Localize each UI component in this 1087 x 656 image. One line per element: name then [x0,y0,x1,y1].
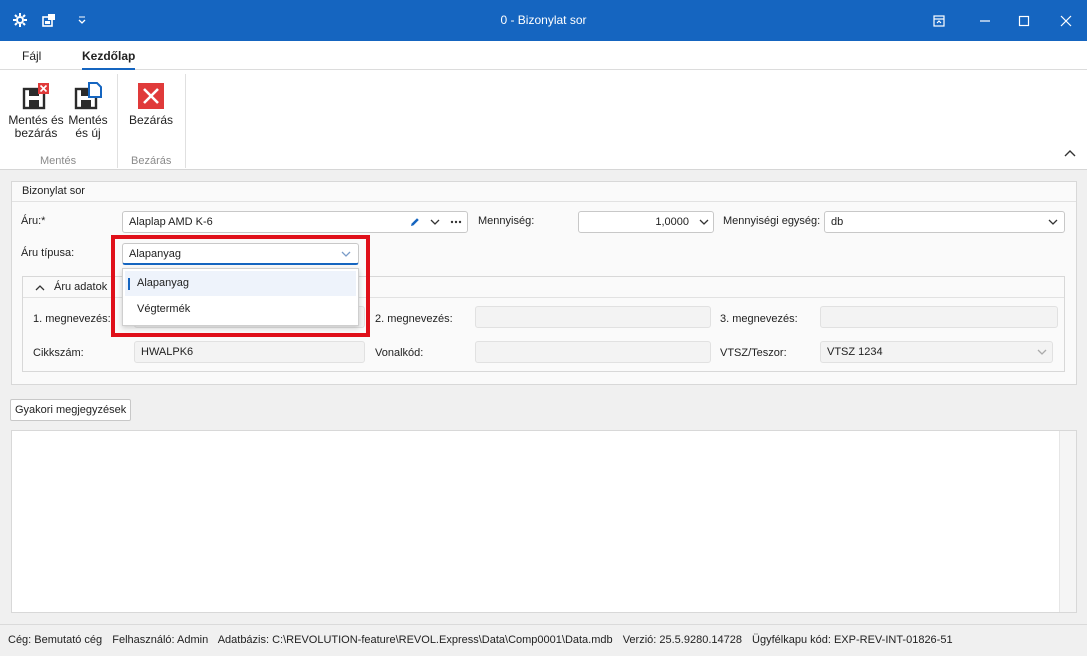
status-adatbazis: Adatbázis: C:\REVOLUTION-feature\REVOL.E… [217,634,613,646]
save-new-button[interactable]: Mentés és új [66,78,110,140]
cikkszam-field[interactable]: HWALPK6 [134,341,365,363]
panel-title: Bizonylat sor [12,182,1076,202]
vonalkod-label: Vonalkód: [375,347,424,359]
close-red-icon [126,78,176,114]
save-close-button[interactable]: Mentés és bezárás [8,78,64,140]
vtsz-value: VTSZ 1234 [827,346,883,358]
mennyiseg-value: 1,0000 [655,216,689,228]
vonalkod-field[interactable] [475,341,711,363]
menu-tabs: Fájl Kezdőlap [0,41,1087,70]
vtsz-field[interactable]: VTSZ 1234 [820,341,1053,363]
status-verzio: Verzió: 25.5.9280.14728 [622,634,742,646]
pin-icon[interactable] [925,8,953,34]
aru-value: Alaplap AMD K-6 [129,216,213,228]
status-ceg: Cég: Bemutató cég [8,634,103,646]
aru-label: Áru:* [21,215,46,227]
egyseg-field[interactable]: db [824,211,1065,233]
ribbon-group-label-mentes: Mentés [40,155,77,167]
chevron-down-icon[interactable] [1035,345,1049,359]
megnev1-label: 1. megnevezés: [33,313,111,325]
maximize-icon[interactable] [1010,8,1038,34]
pencil-icon[interactable] [408,215,422,229]
chevron-down-icon[interactable] [428,215,442,229]
save-new-icon [66,78,110,114]
mennyiseg-label: Mennyiség: [478,215,535,227]
mennyiseg-field[interactable]: 1,0000 [578,211,714,233]
megnev3-label: 3. megnevezés: [720,313,798,325]
ribbon-separator [185,74,186,168]
highlight-box [111,235,370,337]
notes-scrollbar[interactable] [1059,431,1076,612]
save-close-icon [8,78,64,114]
cikkszam-label: Cikkszám: [33,347,84,359]
save-close-label-2: bezárás [14,126,58,140]
megnev2-label: 2. megnevezés: [375,313,453,325]
aru-adatok-title: Áru adatok [54,281,108,293]
ribbon-group-label-bezaras: Bezárás [131,155,172,167]
ribbon: Mentés és bezárás Mentés és új Mentés Be… [0,70,1087,170]
close-icon[interactable] [1052,8,1080,34]
status-ugyfelkapu: Ügyfélkapu kód: EXP-REV-INT-01826-51 [752,634,953,646]
cikkszam-value: HWALPK6 [141,346,194,358]
notes-content [12,431,1076,439]
status-bar: Cég: Bemutató cég Felhasználó: Admin Ada… [0,624,1087,656]
tab-fajl[interactable]: Fájl [22,49,41,63]
bezaras-label: Bezárás [128,113,174,127]
save-new-label-2: és új [75,126,101,140]
notes-textarea[interactable] [11,430,1077,613]
status-felhasznalo: Felhasználó: Admin [112,634,209,646]
chevron-up-icon[interactable] [1062,146,1078,160]
megnev3-field[interactable] [820,306,1058,328]
vtsz-label: VTSZ/Teszor: [720,347,787,359]
gyakori-megjegyzesek-button[interactable]: Gyakori megjegyzések [10,399,132,421]
window-title: 0 - Bizonylat sor [500,13,587,27]
title-bar: 0 - Bizonylat sor [0,0,1087,41]
megnev2-field[interactable] [475,306,711,328]
tipus-label: Áru típusa: [21,247,75,259]
chevron-down-icon[interactable] [1046,215,1060,229]
tab-kezdolap[interactable]: Kezdőlap [82,49,136,70]
bezaras-button[interactable]: Bezárás [126,78,176,127]
minimize-icon[interactable] [971,8,999,34]
ribbon-separator [117,74,118,168]
egyseg-value: db [831,216,844,228]
chevron-down-icon[interactable] [697,215,711,229]
chevron-up-icon[interactable] [33,281,47,293]
egyseg-label: Mennyiségi egység: [723,215,821,227]
more-icon[interactable] [448,215,464,229]
